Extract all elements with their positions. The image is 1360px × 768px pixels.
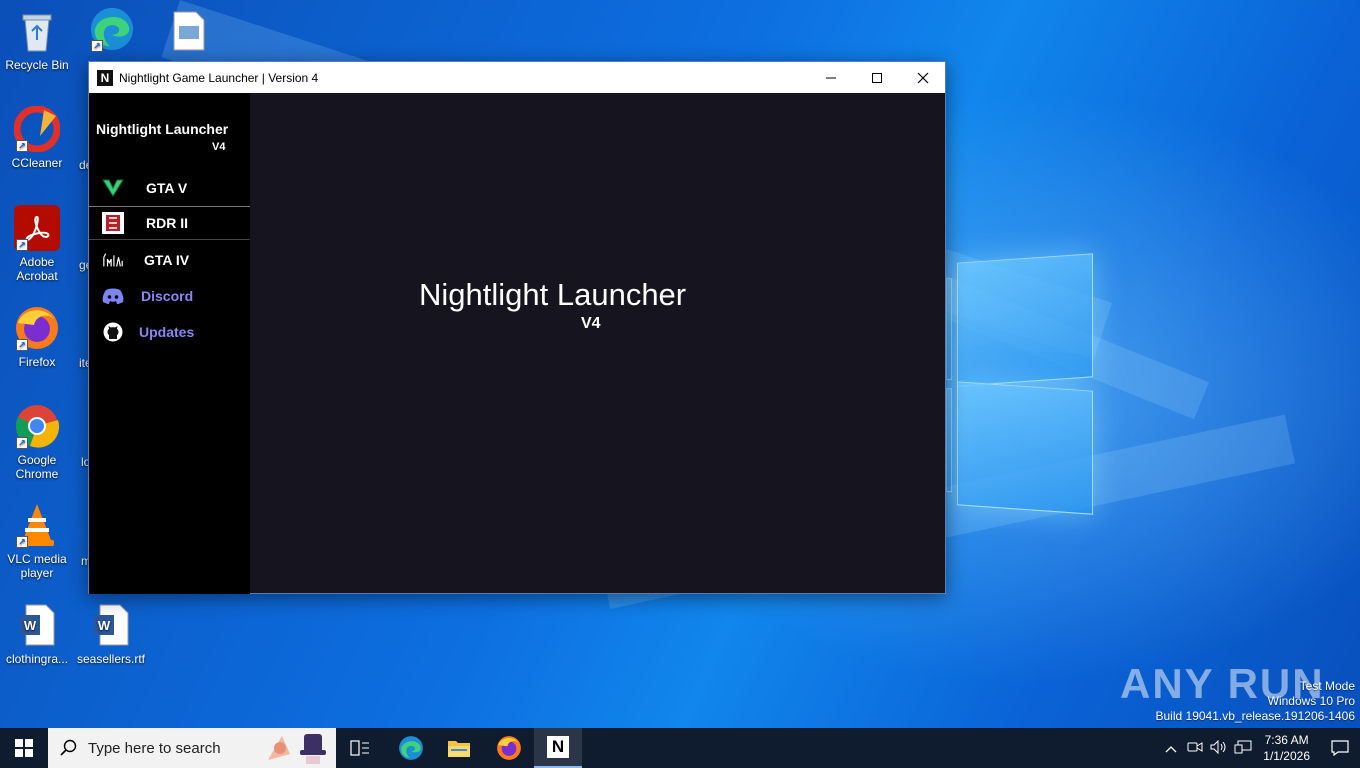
network-icon[interactable] <box>1231 740 1255 757</box>
maximize-icon <box>872 72 882 83</box>
firefox-icon <box>497 736 521 760</box>
desktop-icon-image-file[interactable] <box>166 8 210 58</box>
desktop-icon-rtf-doc[interactable]: W seasellers.rtf <box>74 602 148 666</box>
file-explorer-icon <box>448 741 470 757</box>
taskbar-file-explorer[interactable] <box>435 728 483 768</box>
chevron-up-icon[interactable] <box>1159 741 1183 756</box>
search-highlight-illustration-icon <box>268 734 326 764</box>
desktop-icon-vlc[interactable]: ↗ VLC media player <box>0 502 74 580</box>
image-file-icon <box>166 8 212 54</box>
desktop-icon-ccleaner[interactable]: ↗ CCleaner <box>0 106 74 170</box>
svg-text:W: W <box>24 618 37 633</box>
desktop-icon-label: Recycle Bin <box>5 58 69 72</box>
desktop-icon-adobe-acrobat[interactable]: ↗ Adobe Acrobat <box>0 205 74 283</box>
gta-v-icon <box>102 177 124 199</box>
nav-item-discord[interactable]: Discord <box>89 279 250 313</box>
chrome-icon: ↗ <box>14 403 60 449</box>
desktop-icon-word-doc[interactable]: W clothingra... <box>0 602 74 666</box>
edge-icon <box>399 736 423 760</box>
nightlight-icon-letter: N <box>551 737 565 756</box>
nightlight-app-icon: N <box>97 69 113 86</box>
firefox-icon: ↗ <box>14 305 60 351</box>
gta-iv-icon <box>102 249 124 271</box>
taskbar-task-view[interactable] <box>336 728 384 768</box>
nav-item-gta-v[interactable]: GTA V <box>89 171 250 205</box>
rdr2-icon <box>102 212 124 234</box>
word-document-icon: W <box>14 602 60 648</box>
desktop-icon-label: Firefox <box>18 355 56 369</box>
desktop-icon-label: VLC media player <box>7 552 67 580</box>
nightlight-icon: N <box>547 736 569 758</box>
desktop-icon-label: Google Chrome <box>15 453 59 481</box>
taskbar-clock[interactable]: 7:36 AM 1/1/2026 <box>1263 732 1310 764</box>
ccleaner-icon: ↗ <box>14 106 60 152</box>
desktop-icon-label: seasellers.rtf <box>76 652 146 666</box>
desktop-icon-label: CCleaner <box>11 156 63 170</box>
close-icon <box>917 72 929 83</box>
nav-item-rdr-ii[interactable]: RDR II <box>89 206 250 240</box>
discord-icon <box>102 285 124 307</box>
desktop-icon-google-chrome[interactable]: ↗ Google Chrome <box>0 403 74 481</box>
clock-date: 1/1/2026 <box>1263 749 1310 763</box>
search-placeholder: Type here to search <box>88 739 221 757</box>
sidebar-version: V4 <box>212 141 226 153</box>
main-version: V4 <box>581 315 601 332</box>
minimize-icon <box>826 77 836 78</box>
desktop-icon-firefox[interactable]: ↗ Firefox <box>0 305 74 369</box>
vlc-icon: ↗ <box>14 502 60 548</box>
desktop-icon-edge[interactable]: ↗ <box>85 6 139 56</box>
windows-logo-icon <box>15 739 33 757</box>
nav-item-label: GTA V <box>146 180 188 196</box>
acrobat-icon: ↗ <box>14 205 60 251</box>
clock-time: 7:36 AM <box>1264 733 1309 747</box>
minimize-button[interactable] <box>808 62 854 93</box>
maximize-button[interactable] <box>854 62 900 93</box>
meet-now-icon[interactable] <box>1183 740 1207 757</box>
taskbar-nightlight-launcher[interactable]: N <box>534 728 582 768</box>
system-tray: 7:36 AM 1/1/2026 <box>1159 728 1360 768</box>
github-icon <box>102 321 124 343</box>
desktop-icon-label: clothingra... <box>5 652 69 666</box>
test-mode-label: Test Mode <box>1299 679 1355 693</box>
window-title: Nightlight Game Launcher | Version 4 <box>119 70 319 85</box>
svg-text:W: W <box>98 618 111 633</box>
volume-icon[interactable] <box>1207 739 1231 757</box>
taskbar-search-box[interactable]: Type here to search <box>48 728 336 768</box>
desktop-icon-label: Adobe Acrobat <box>16 255 58 283</box>
nav-item-gta-iv[interactable]: GTA IV <box>89 243 250 277</box>
sidebar-title: Nightlight Launcher <box>96 121 229 137</box>
word-document-icon: W <box>88 602 134 648</box>
nav-item-label: Discord <box>141 288 194 304</box>
taskbar-firefox[interactable] <box>485 728 533 768</box>
taskbar-edge[interactable] <box>387 728 435 768</box>
nav-item-label: GTA IV <box>144 252 190 268</box>
close-button[interactable] <box>900 62 946 93</box>
nav-item-updates[interactable]: Updates <box>89 315 250 349</box>
task-view-icon <box>350 740 369 756</box>
nav-item-label: Updates <box>139 324 195 340</box>
search-icon <box>60 739 78 757</box>
build-label: Build 19041.vb_release.191206-1406 <box>1155 709 1356 723</box>
os-info: Test Mode Windows 10 Pro Build 19041.vb_… <box>1156 679 1356 724</box>
notification-icon <box>1331 740 1349 756</box>
window-titlebar[interactable]: N Nightlight Game Launcher | Version 4 <box>89 62 945 93</box>
notification-center-button[interactable] <box>1320 728 1360 768</box>
main-title: Nightlight Launcher <box>419 277 687 312</box>
launcher-sidebar: Nightlight Launcher V4 GTA V RDR II GTA … <box>89 93 250 594</box>
recycle-bin-icon <box>14 8 60 54</box>
taskbar: Type here to search N 7:36 AM 1/1/2026 <box>0 728 1360 768</box>
windows-edition-label: Windows 10 Pro <box>1267 694 1355 708</box>
nav-item-label: RDR II <box>146 215 188 231</box>
launcher-window: N Nightlight Game Launcher | Version 4 N… <box>88 61 946 594</box>
start-button[interactable] <box>0 728 48 768</box>
edge-icon: ↗ <box>89 6 135 52</box>
desktop-icon-recycle-bin[interactable]: Recycle Bin <box>0 8 74 72</box>
